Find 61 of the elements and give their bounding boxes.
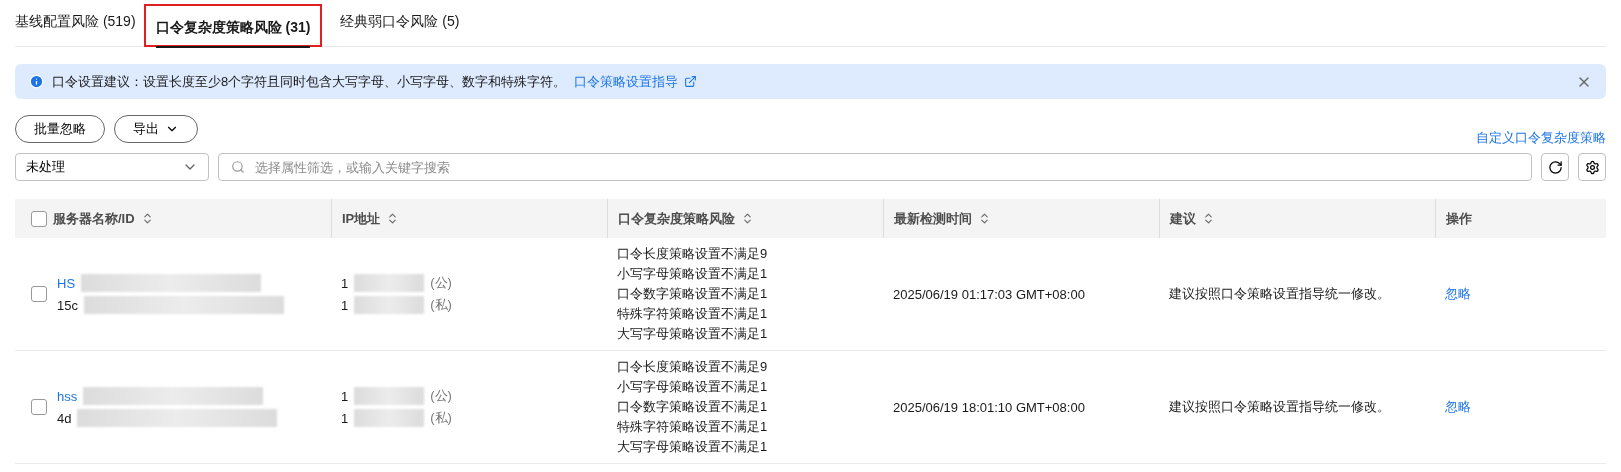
column-header: 口令复杂度策略风险 (618, 209, 735, 228)
redaction-blur (354, 274, 425, 292)
risk-item: 口令长度策略设置不满足9 (617, 358, 768, 376)
custom-policy-link[interactable]: 自定义口令复杂度策略 (1476, 129, 1606, 147)
risk-item: 大写字母策略设置不满足1 (617, 438, 768, 456)
tab[interactable]: 口令复杂度策略风险 (31) (155, 10, 311, 48)
detection-time: 2025/06/19 01:17:03 GMT+08:00 (893, 286, 1085, 302)
risk-item: 口令长度策略设置不满足9 (617, 245, 768, 263)
risk-item: 特殊字符策略设置不满足1 (617, 418, 768, 436)
column-header: IP地址 (342, 209, 381, 228)
server-id: 4d (57, 410, 72, 426)
detection-time: 2025/06/19 18:01:10 GMT+08:00 (893, 399, 1085, 415)
column-header: 建议 (1170, 209, 1196, 228)
ip-address: 1 (341, 410, 349, 426)
settings-icon (1584, 159, 1600, 175)
search-icon (231, 160, 245, 174)
export-dropdown[interactable]: 导出 (114, 115, 198, 143)
refresh-icon (1547, 159, 1563, 175)
ip-type: (私) (430, 409, 452, 427)
tab[interactable]: 基线配置风险 (519) (15, 4, 136, 42)
sort-icon[interactable] (978, 212, 991, 225)
server-id: 15c (57, 297, 78, 313)
ip-address: 1 (341, 297, 349, 313)
risk-item: 小写字母策略设置不满足1 (617, 265, 768, 283)
advice-text: 建议按照口令策略设置指导统一修改。 (1169, 285, 1390, 303)
search-box[interactable]: 选择属性筛选，或输入关键字搜索 (218, 153, 1532, 181)
guide-link[interactable]: 口令策略设置指导 (574, 72, 698, 91)
server-name-link[interactable]: hss (57, 388, 78, 404)
column-header: 服务器名称/ID (53, 209, 135, 228)
risk-item: 口令数字策略设置不满足1 (617, 398, 768, 416)
select-all-checkbox[interactable] (31, 210, 47, 227)
risk-item: 小写字母策略设置不满足1 (617, 378, 768, 396)
server-name-link[interactable]: HS (57, 275, 76, 291)
advice-text: 建议按照口令策略设置指导统一修改。 (1169, 398, 1390, 416)
risk-item: 大写字母策略设置不满足1 (617, 325, 768, 343)
column-header: 操作 (1446, 209, 1472, 228)
redaction-blur (354, 409, 425, 427)
tab[interactable]: 经典弱口令风险 (5) (340, 4, 460, 42)
sort-icon[interactable] (741, 212, 754, 225)
batch-ignore-button[interactable]: 批量忽略 (15, 115, 105, 143)
ignore-link[interactable]: 忽略 (1445, 398, 1471, 416)
info-icon (29, 74, 44, 89)
row-checkbox[interactable] (31, 399, 47, 415)
refresh-button[interactable] (1541, 153, 1569, 181)
alert-text: 口令设置建议：设置长度至少8个字符且同时包含大写字母、小写字母、数字和特殊字符。 (52, 72, 567, 91)
settings-button[interactable] (1578, 153, 1606, 181)
ip-type: (私) (430, 296, 452, 314)
ip-type: (公) (430, 274, 452, 292)
risk-item: 特殊字符策略设置不满足1 (617, 305, 768, 323)
ip-address: 1 (341, 275, 349, 291)
external-link-icon (684, 75, 698, 88)
redaction-blur (354, 387, 425, 405)
row-checkbox[interactable] (31, 286, 47, 302)
ignore-link[interactable]: 忽略 (1445, 285, 1471, 303)
sort-icon[interactable] (1202, 212, 1215, 225)
column-header: 最新检测时间 (894, 209, 972, 228)
ip-type: (公) (430, 387, 452, 405)
ip-address: 1 (341, 388, 349, 404)
risk-item: 口令数字策略设置不满足1 (617, 285, 768, 303)
status-select[interactable]: 未处理 (15, 153, 209, 181)
redaction-blur (354, 296, 425, 314)
